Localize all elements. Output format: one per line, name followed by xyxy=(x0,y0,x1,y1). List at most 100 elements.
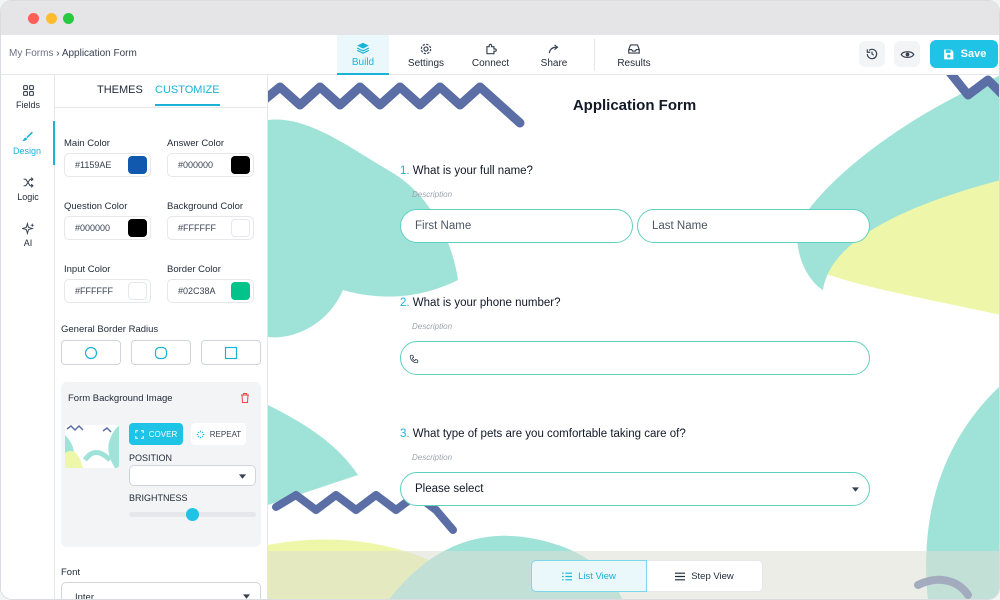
brightness-label: BRIGHTNESS xyxy=(129,493,188,503)
rail-ai-label: AI xyxy=(23,238,33,248)
background-color-input[interactable]: #FFFFFF xyxy=(167,216,254,240)
background-image-title: Form Background Image xyxy=(68,393,173,404)
question-3-number: 3. xyxy=(400,428,410,440)
rail-item-design[interactable]: Design xyxy=(1,121,55,165)
rail-item-ai[interactable]: AI xyxy=(1,213,55,257)
tab-themes[interactable]: THEMES xyxy=(97,84,143,104)
phone-icon xyxy=(409,354,419,364)
breadcrumb-separator: › xyxy=(56,48,60,59)
save-button[interactable]: Save xyxy=(930,40,998,68)
form-background-pattern xyxy=(268,75,999,599)
main-color-input[interactable]: #1159AE xyxy=(64,153,151,177)
answer-color-swatch[interactable] xyxy=(231,156,250,174)
trash-icon[interactable] xyxy=(239,392,251,404)
last-name-placeholder: Last Name xyxy=(652,220,708,232)
tab-build[interactable]: Build xyxy=(337,35,389,75)
font-select[interactable]: Inter xyxy=(61,582,261,600)
question-2-label: What is your phone number? xyxy=(412,297,561,309)
close-window-dot[interactable] xyxy=(28,13,39,24)
rail-fields-label: Fields xyxy=(15,100,40,110)
chevron-down-icon xyxy=(239,474,246,479)
background-color-value: #FFFFFF xyxy=(178,223,216,233)
chevron-down-icon xyxy=(243,594,250,599)
repeat-button-label: REPEAT xyxy=(209,429,242,439)
border-color-swatch[interactable] xyxy=(231,282,250,300)
tab-connect-label: Connect xyxy=(471,57,510,69)
breadcrumb-root[interactable]: My Forms xyxy=(9,48,53,59)
phone-input[interactable] xyxy=(400,341,870,375)
inbox-icon xyxy=(628,43,640,54)
tab-results-label: Results xyxy=(617,57,651,69)
input-color-input[interactable]: #FFFFFF xyxy=(64,279,151,303)
question-3-text: 3. What type of pets are you comfortable… xyxy=(400,428,686,440)
form-title: Application Form xyxy=(572,97,697,114)
pet-type-select-value: Please select xyxy=(415,483,484,495)
tab-share-label: Share xyxy=(540,57,568,69)
tab-customize[interactable]: CUSTOMIZE xyxy=(155,84,220,106)
background-image-card: Form Background Image COVER REPEAT POSIT… xyxy=(61,382,261,547)
question-color-input[interactable]: #000000 xyxy=(64,216,151,240)
tab-share[interactable]: Share xyxy=(529,35,579,75)
list-view-label: List View xyxy=(578,570,616,582)
border-color-input[interactable]: #02C38A xyxy=(167,279,254,303)
repeat-button[interactable]: REPEAT xyxy=(191,423,246,445)
first-name-input[interactable]: First Name xyxy=(400,209,633,243)
brightness-slider-handle[interactable] xyxy=(186,508,199,521)
window-titlebar xyxy=(1,1,999,35)
maximize-window-dot[interactable] xyxy=(63,13,74,24)
minimize-window-dot[interactable] xyxy=(46,13,57,24)
app-window: My Forms › Application Form Build Settin… xyxy=(0,0,1000,600)
rail-item-fields[interactable]: Fields xyxy=(1,75,55,119)
background-color-label: Background Color xyxy=(167,201,244,212)
design-panel: THEMES CUSTOMIZE Main Color #1159AE Answ… xyxy=(55,75,268,600)
background-thumbnail[interactable] xyxy=(65,425,119,468)
question-1-number: 1. xyxy=(400,165,410,177)
font-select-value: Inter xyxy=(75,592,95,600)
tab-settings[interactable]: Settings xyxy=(401,35,451,75)
question-color-swatch[interactable] xyxy=(128,219,147,237)
step-view-button[interactable]: Step View xyxy=(647,560,763,592)
main-color-value: #1159AE xyxy=(75,160,112,170)
list-view-button[interactable]: List View xyxy=(531,560,647,592)
breadcrumb-current: Application Form xyxy=(61,48,137,59)
question-3-label: What type of pets are you comfortable ta… xyxy=(412,428,686,440)
shuffle-icon xyxy=(23,177,34,188)
last-name-input[interactable]: Last Name xyxy=(637,209,870,243)
preview-button[interactable] xyxy=(894,41,920,67)
radius-round-button[interactable] xyxy=(61,340,121,365)
pet-type-select[interactable]: Please select xyxy=(400,472,870,506)
main-color-label: Main Color xyxy=(64,138,110,149)
position-select[interactable] xyxy=(129,465,256,486)
answer-color-value: #000000 xyxy=(178,160,214,170)
background-color-swatch[interactable] xyxy=(231,219,250,237)
square-shape-icon xyxy=(224,346,238,359)
main-color-swatch[interactable] xyxy=(128,156,147,174)
chevron-down-icon xyxy=(852,487,859,492)
tab-settings-label: Settings xyxy=(407,57,445,69)
panel-tabs-divider xyxy=(55,107,267,108)
form-canvas: Application Form 1. What is your full na… xyxy=(268,75,999,599)
share-arrow-icon xyxy=(548,43,559,53)
breadcrumb: My Forms › Application Form xyxy=(9,48,137,59)
list-icon xyxy=(562,572,573,580)
question-color-value: #000000 xyxy=(75,223,111,233)
rail-item-logic[interactable]: Logic xyxy=(1,167,55,211)
input-color-swatch[interactable] xyxy=(128,282,147,300)
rounded-square-icon xyxy=(154,346,168,359)
step-list-icon xyxy=(675,572,686,580)
cover-button[interactable]: COVER xyxy=(129,423,183,445)
history-button[interactable] xyxy=(859,41,885,67)
rail-logic-label: Logic xyxy=(17,192,39,202)
brightness-slider[interactable] xyxy=(129,508,256,521)
nav-divider xyxy=(594,39,595,71)
answer-color-input[interactable]: #000000 xyxy=(167,153,254,177)
radius-square-button[interactable] xyxy=(201,340,261,365)
step-view-label: Step View xyxy=(691,570,734,582)
circle-shape-icon xyxy=(84,346,98,359)
radius-medium-button[interactable] xyxy=(131,340,191,365)
question-color-label: Question Color xyxy=(64,201,128,212)
tab-results[interactable]: Results xyxy=(608,35,660,75)
tab-connect[interactable]: Connect xyxy=(463,35,518,75)
question-1-description: Description xyxy=(412,190,453,199)
grid-icon xyxy=(22,85,34,96)
